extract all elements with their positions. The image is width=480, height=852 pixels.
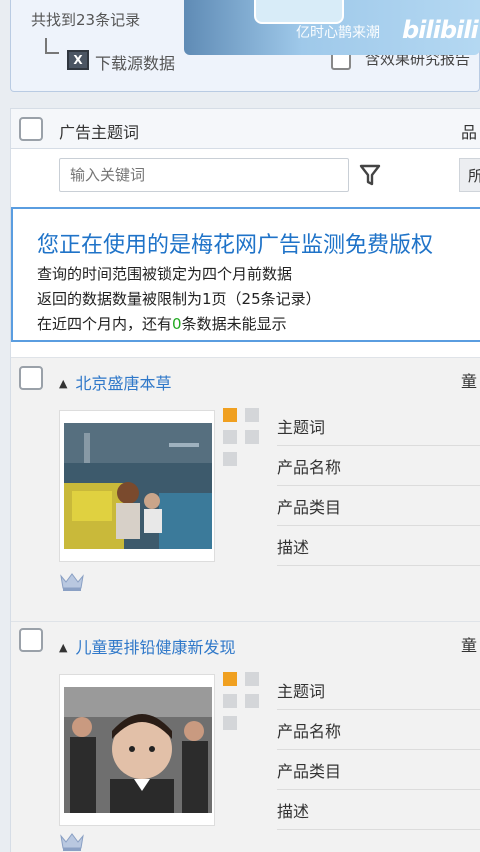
field-product-name: 产品名称 [277,446,480,486]
media-indicator [245,408,259,422]
category-select[interactable]: 所 [459,158,480,192]
media-indicator [245,672,259,686]
collapse-triangle-icon[interactable]: ▲ [59,641,67,654]
result-count: 共找到23条记录 [31,11,141,29]
media-indicator-active [223,672,237,686]
list-item: ▲ 儿童要排铅健康新发现 童 主题词 产品名称 产品类目 描述 [11,621,480,852]
media-indicator [223,452,237,466]
record-title-link[interactable]: ▲ 北京盛唐本草 [59,370,171,394]
record-fields: 主题词 产品名称 产品类目 描述 [277,670,480,830]
field-subject: 主题词 [277,670,480,710]
column-header-subject: 广告主题词 [59,123,140,142]
list-item: ▲ 北京盛唐本草 童 主题词 产品名称 产品类目 描述 [11,357,480,621]
filter-icon[interactable] [359,163,381,187]
ad-thumbnail[interactable] [59,674,215,826]
record-checkbox[interactable] [19,366,43,390]
notice-line-record-limit: 返回的数据数量被限制为1页（25条记录） [37,290,321,308]
field-product-category: 产品类目 [277,750,480,790]
field-description: 描述 [277,790,480,830]
media-indicator-active [223,408,237,422]
tree-connector [45,38,59,54]
media-indicator [223,716,237,730]
notice-line-time-range: 查询的时间范围被锁定为四个月前数据 [37,265,293,283]
keyword-search-input[interactable] [59,158,349,192]
record-product-cell: 童 [461,636,478,655]
video-frame-object [254,0,344,24]
record-title-link[interactable]: ▲ 儿童要排铅健康新发现 [59,634,235,658]
media-indicator [223,694,237,708]
record-checkbox[interactable] [19,628,43,652]
platform-logo: bilibili [402,16,479,44]
field-description: 描述 [277,526,480,566]
notice-line-hidden-count: 在近四个月内，还有0条数据未能显示 [37,313,287,334]
filter-row: 所 [11,150,480,200]
crown-icon[interactable] [59,570,85,592]
video-watermark-text: 亿时心鹊来潮 [296,25,380,41]
field-product-category: 产品类目 [277,486,480,526]
collapse-triangle-icon[interactable]: ▲ [59,377,67,390]
excel-icon[interactable]: X [67,50,89,70]
notice-line-prefix: 在近四个月内，还有 [37,315,173,333]
notice-line-suffix: 条数据未能显示 [181,315,287,333]
results-panel: 广告主题词 品 所 您正在使用的是梅花网广告监测免费版权 查询的时间范围被锁定为… [10,108,480,852]
media-type-indicators [223,408,263,468]
media-indicator [245,694,259,708]
crown-icon[interactable] [59,830,85,852]
ad-thumbnail[interactable] [59,410,215,562]
download-source-data-link[interactable]: 下载源数据 [95,50,175,74]
record-product-cell: 童 [461,372,478,391]
hidden-count-value: 0 [172,315,182,333]
record-fields: 主题词 产品名称 产品类目 描述 [277,406,480,566]
ad-video-frame [64,423,212,549]
field-product-name: 产品名称 [277,710,480,750]
free-version-notice: 您正在使用的是梅花网广告监测免费版权 查询的时间范围被锁定为四个月前数据 返回的… [11,207,480,342]
media-type-indicators [223,672,263,732]
media-indicator [223,430,237,444]
notice-title: 您正在使用的是梅花网广告监测免费版权 [37,233,434,258]
record-title-text[interactable]: 儿童要排铅健康新发现 [75,638,235,657]
record-title-text[interactable]: 北京盛唐本草 [75,374,171,393]
table-header: 广告主题词 品 [11,109,480,149]
media-indicator [245,430,259,444]
select-all-checkbox[interactable] [19,117,43,141]
column-header-product: 品 [461,123,478,142]
field-subject: 主题词 [277,406,480,446]
ad-video-frame [64,687,212,813]
